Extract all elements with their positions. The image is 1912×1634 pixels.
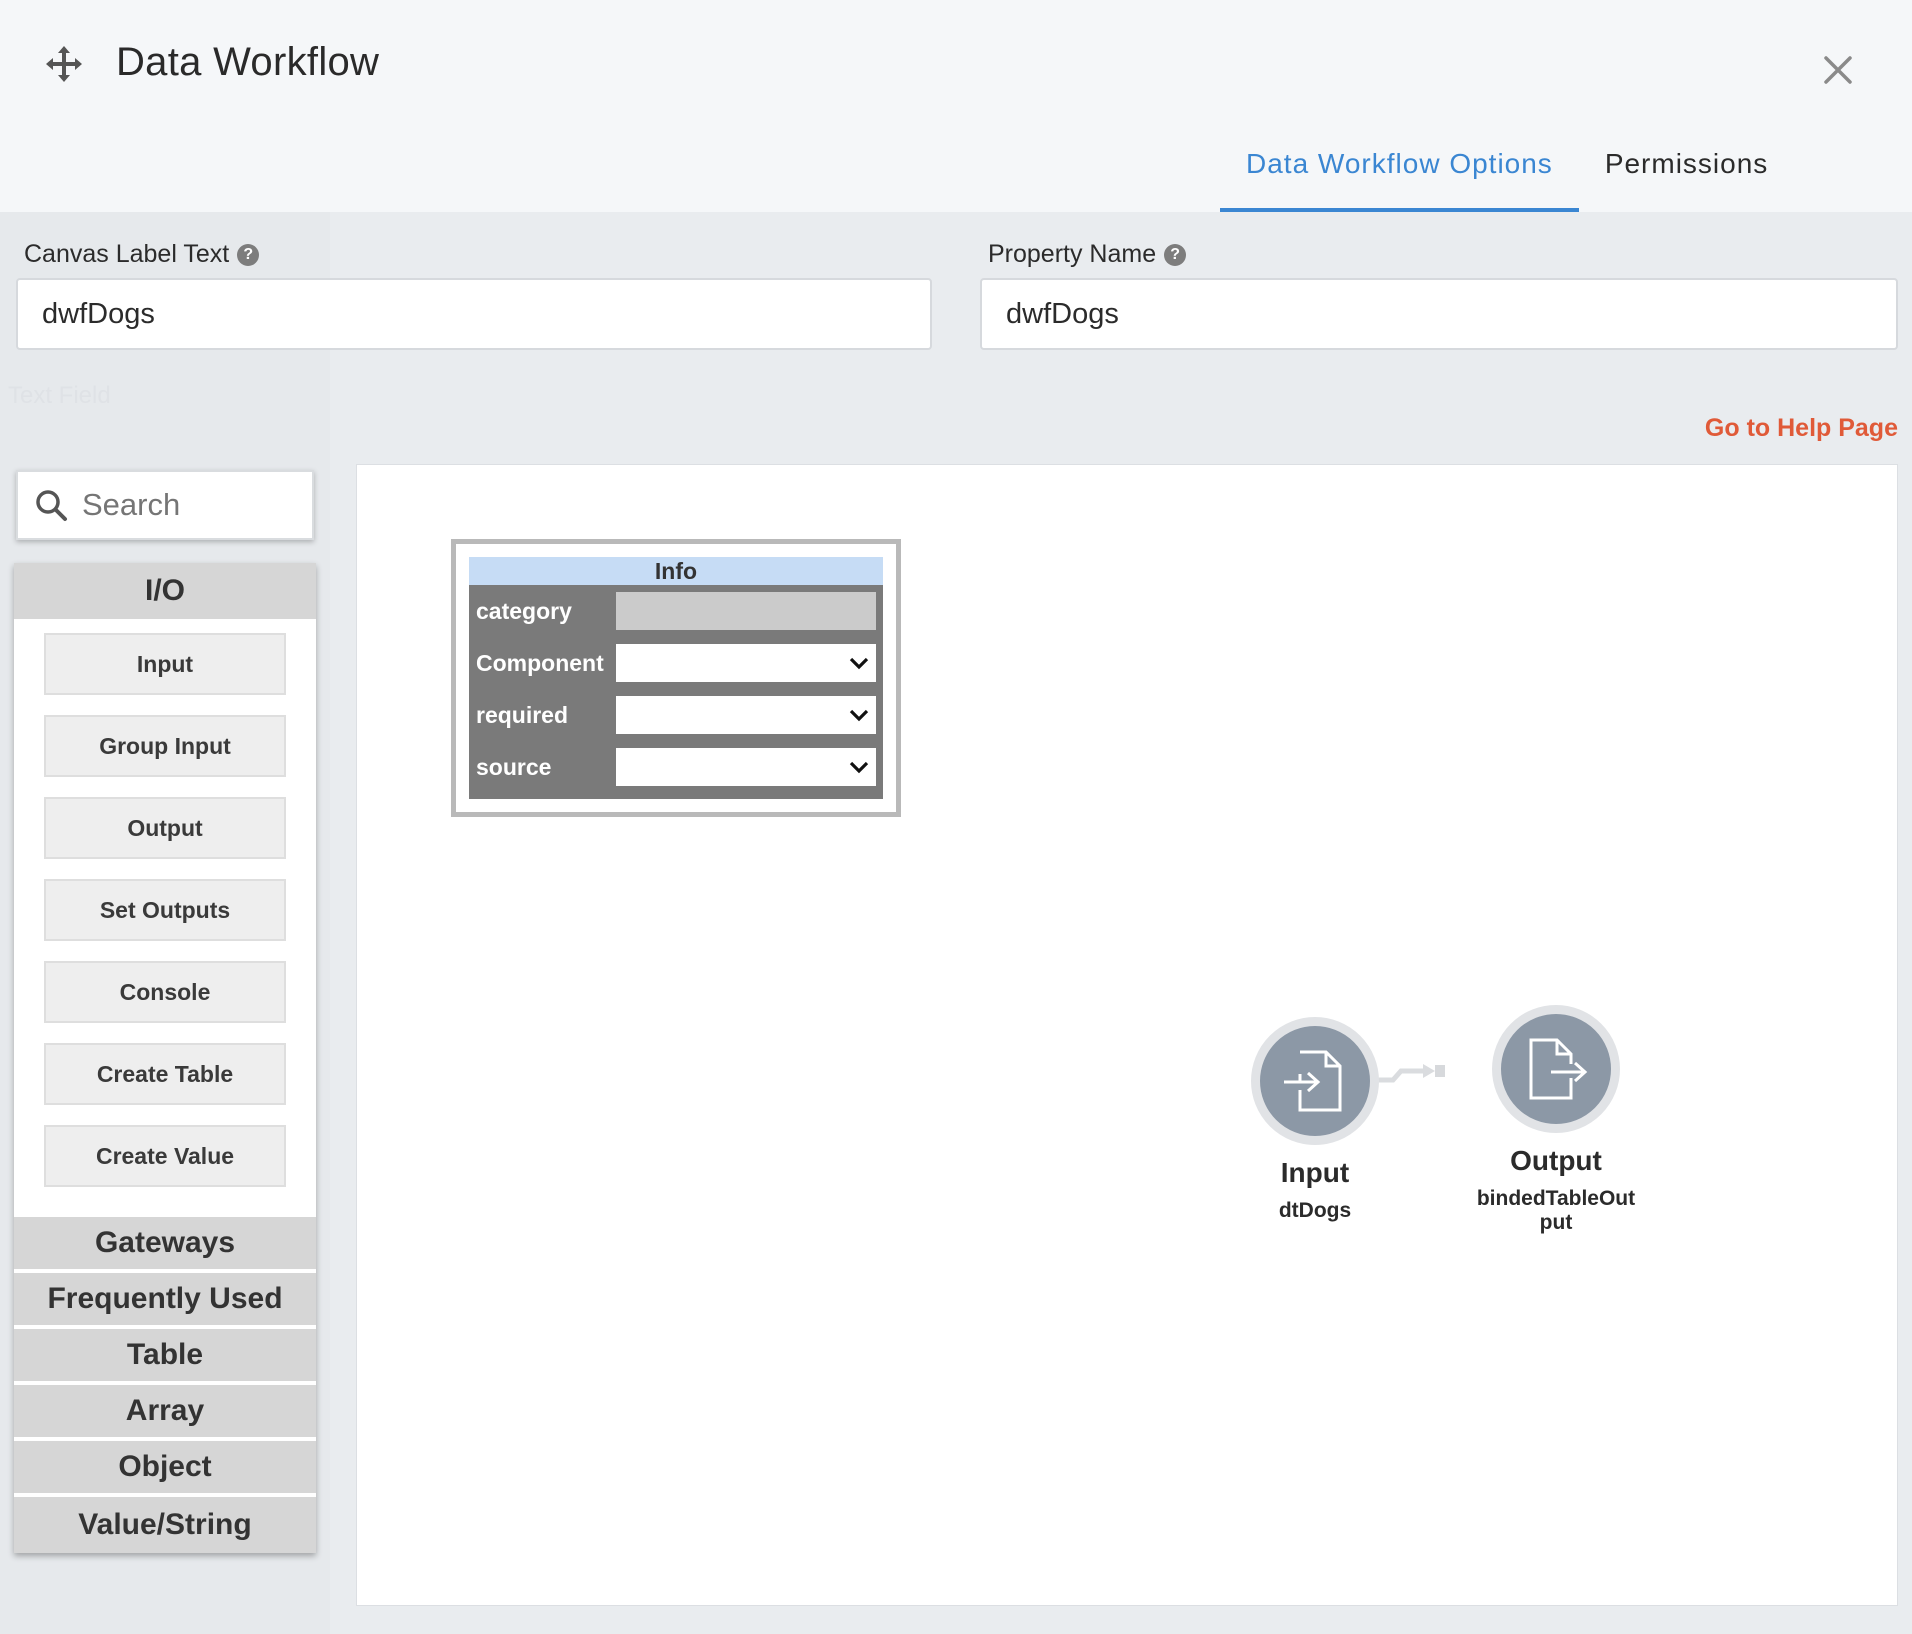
category-field[interactable] (616, 592, 876, 630)
tab-bar: Data Workflow Options Permissions (1220, 128, 1794, 212)
output-node-name: bindedTableOut put (1476, 1187, 1636, 1234)
input-node-name: dtDogs (1278, 1199, 1352, 1222)
info-node-title: Info (469, 557, 883, 585)
property-name-label: Property Name ? (988, 240, 1187, 269)
palette-item-create-value[interactable]: Create Value (44, 1125, 286, 1187)
palette-item-input[interactable]: Input (44, 633, 286, 695)
input-node[interactable]: Input dtDogs (1195, 1017, 1435, 1223)
move-icon[interactable] (44, 44, 84, 84)
close-icon[interactable] (1822, 54, 1854, 86)
canvas-label-text-caption: Canvas Label Text (24, 240, 230, 268)
modal-header: Data Workflow Data Workflow Options Perm… (0, 0, 1912, 212)
search-icon (36, 490, 67, 521)
node-palette: I/O Input Group Input Output Set Outputs… (14, 563, 316, 1553)
category-io[interactable]: I/O (14, 563, 316, 619)
info-row-component: Component (469, 637, 883, 689)
category-value-string[interactable]: Value/String (14, 1497, 316, 1553)
file-export-icon (1529, 1038, 1588, 1100)
info-row-required: required (469, 689, 883, 741)
search-input[interactable] (82, 487, 302, 523)
category-object[interactable]: Object (14, 1441, 316, 1497)
background-ghost-label: Text Field (8, 382, 111, 409)
help-icon[interactable]: ? (237, 243, 260, 266)
info-row-category: category (469, 585, 883, 637)
palette-search[interactable] (16, 470, 314, 540)
go-to-help-page-link[interactable]: Go to Help Page (1705, 414, 1898, 443)
palette-item-output[interactable]: Output (44, 797, 286, 859)
info-row-label: category (476, 597, 572, 624)
workflow-canvas[interactable]: Info category Component required source (356, 464, 1898, 1606)
input-node-type: Input (1280, 1157, 1350, 1188)
info-node-body: Info category Component required source (469, 557, 883, 799)
chevron-down-icon (849, 657, 869, 670)
category-array[interactable]: Array (14, 1385, 316, 1441)
info-row-label: Component (476, 649, 604, 676)
output-node[interactable]: Output bindedTableOut put (1431, 1005, 1681, 1235)
output-node-circle[interactable] (1492, 1005, 1620, 1133)
chevron-down-icon (849, 709, 869, 722)
info-row-source: source (469, 741, 883, 793)
info-node[interactable]: Info category Component required source (451, 539, 901, 817)
modal-title: Data Workflow (116, 40, 380, 84)
help-icon[interactable]: ? (1164, 243, 1187, 266)
canvas-label-text-label: Canvas Label Text ? (24, 240, 260, 269)
tab-permissions[interactable]: Permissions (1579, 128, 1794, 212)
info-row-label: required (476, 701, 569, 728)
chevron-down-icon (849, 761, 869, 774)
io-items: Input Group Input Output Set Outputs Con… (14, 619, 316, 1217)
property-name-caption: Property Name (988, 240, 1157, 268)
tab-data-workflow-options[interactable]: Data Workflow Options (1220, 128, 1579, 212)
category-table[interactable]: Table (14, 1329, 316, 1385)
source-select[interactable] (616, 748, 876, 786)
palette-item-create-table[interactable]: Create Table (44, 1043, 286, 1105)
canvas-label-text-input[interactable] (16, 278, 932, 350)
input-node-circle[interactable] (1251, 1017, 1379, 1145)
category-frequently-used[interactable]: Frequently Used (14, 1273, 316, 1329)
property-name-input[interactable] (980, 278, 1898, 350)
category-gateways[interactable]: Gateways (14, 1217, 316, 1273)
palette-item-set-outputs[interactable]: Set Outputs (44, 879, 286, 941)
palette-item-console[interactable]: Console (44, 961, 286, 1023)
required-select[interactable] (616, 696, 876, 734)
output-node-type: Output (1510, 1145, 1602, 1176)
palette-item-group-input[interactable]: Group Input (44, 715, 286, 777)
component-select[interactable] (616, 644, 876, 682)
info-row-label: source (476, 753, 552, 780)
file-import-icon (1284, 1050, 1342, 1112)
